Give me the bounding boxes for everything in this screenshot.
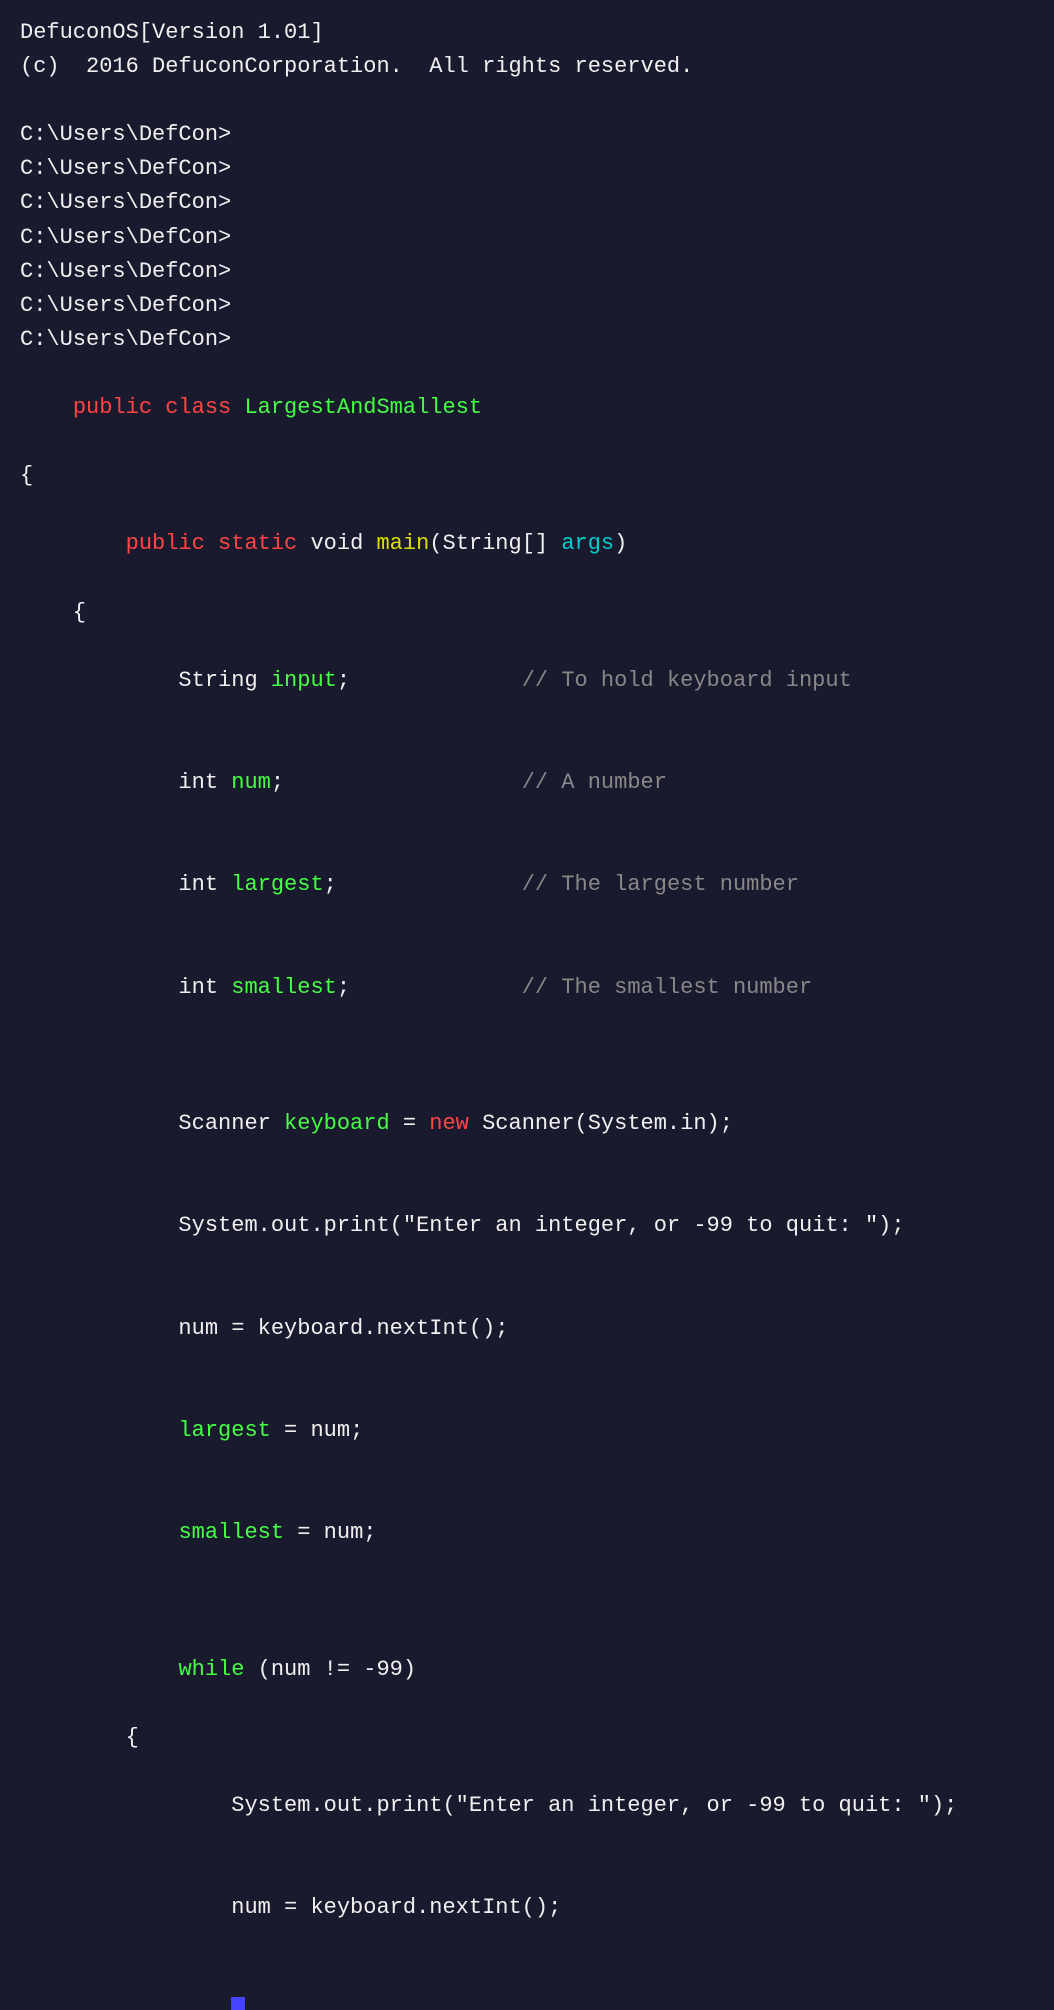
class-declaration: public class LargestAndSmallest xyxy=(20,357,1034,459)
var-smallest: int smallest; // The smallest number xyxy=(20,937,1034,1039)
open-brace-3: { xyxy=(20,1721,1034,1755)
open-brace-2: { xyxy=(20,596,1034,630)
while-stmt: while (num != -99) xyxy=(20,1618,1034,1720)
print-line-1: System.out.print("Enter an integer, or -… xyxy=(20,1175,1034,1277)
largest-assign: largest = num; xyxy=(20,1380,1034,1482)
cursor-line xyxy=(20,1959,1034,2010)
var-input: String input; // To hold keyboard input xyxy=(20,630,1034,732)
header-line2: (c) 2016 DefuconCorporation. All rights … xyxy=(20,50,1034,84)
var-largest: int largest; // The largest number xyxy=(20,834,1034,936)
method-declaration: public static void main(String[] args) xyxy=(20,493,1034,595)
blank-line-1 xyxy=(20,84,1034,118)
nextint-line-2: num = keyboard.nextInt(); xyxy=(20,1857,1034,1959)
header-line1: DefuconOS[Version 1.01] xyxy=(20,16,1034,50)
prompt-6: C:\Users\DefCon> xyxy=(20,289,1034,323)
prompt-5: C:\Users\DefCon> xyxy=(20,255,1034,289)
prompt-7: C:\Users\DefCon> xyxy=(20,323,1034,357)
var-num: int num; // A number xyxy=(20,732,1034,834)
blank-code-1 xyxy=(20,1039,1034,1073)
smallest-assign: smallest = num; xyxy=(20,1482,1034,1584)
scanner-line: Scanner keyboard = new Scanner(System.in… xyxy=(20,1073,1034,1175)
prompt-4: C:\Users\DefCon> xyxy=(20,221,1034,255)
prompt-1: C:\Users\DefCon> xyxy=(20,118,1034,152)
print-line-2: System.out.print("Enter an integer, or -… xyxy=(20,1755,1034,1857)
nextint-line-1: num = keyboard.nextInt(); xyxy=(20,1277,1034,1379)
terminal-window: DefuconOS[Version 1.01] (c) 2016 Defucon… xyxy=(20,16,1034,2010)
open-brace-1: { xyxy=(20,459,1034,493)
prompt-2: C:\Users\DefCon> xyxy=(20,152,1034,186)
blank-code-2 xyxy=(20,1584,1034,1618)
prompt-3: C:\Users\DefCon> xyxy=(20,186,1034,220)
terminal-cursor xyxy=(231,1997,245,2010)
